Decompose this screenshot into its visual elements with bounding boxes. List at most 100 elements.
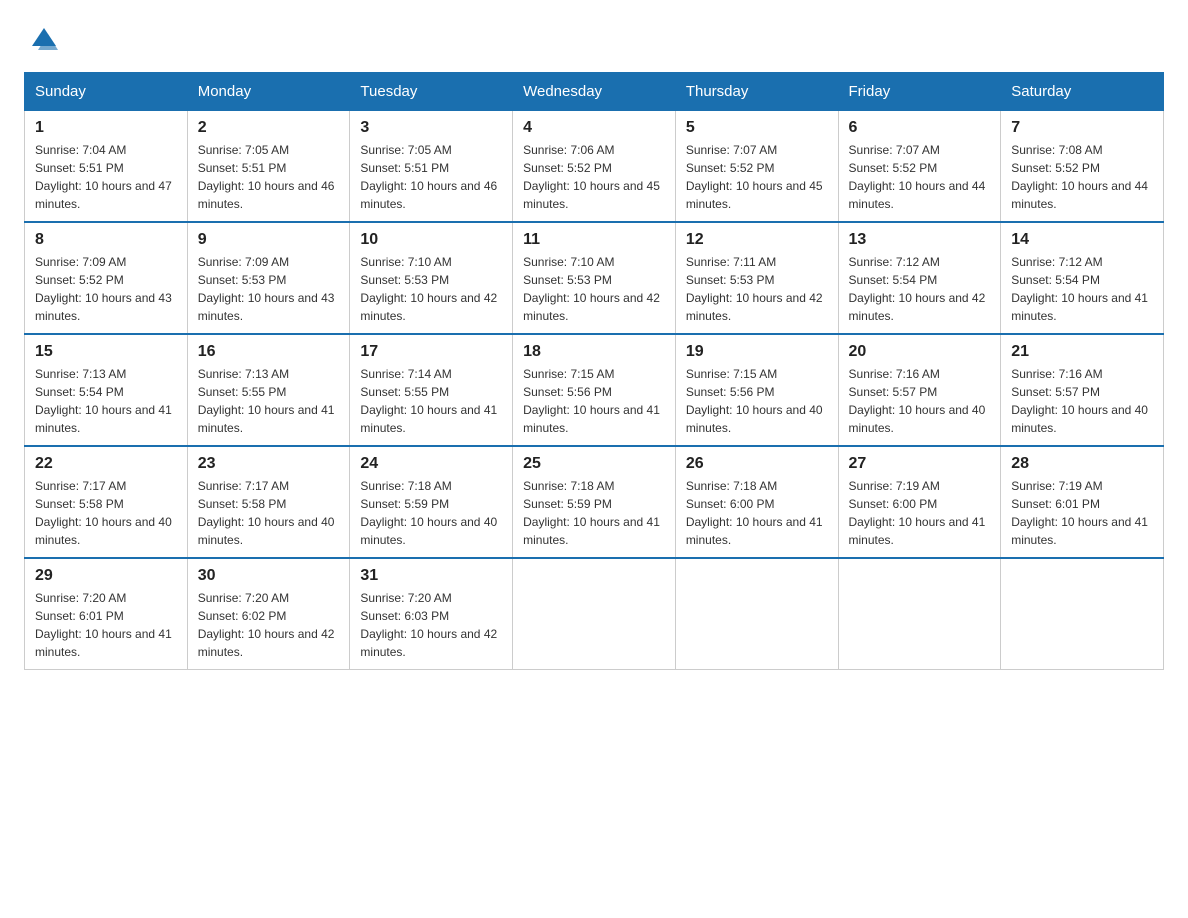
day-number: 22 bbox=[35, 455, 177, 473]
calendar-header-row: SundayMondayTuesdayWednesdayThursdayFrid… bbox=[25, 73, 1164, 111]
calendar-cell: 9Sunrise: 7:09 AMSunset: 5:53 PMDaylight… bbox=[187, 222, 350, 334]
day-number: 2 bbox=[198, 119, 340, 137]
calendar-week-row: 15 Sunrise: 7:13 AMSunset: 5:54 PMDayligh… bbox=[25, 334, 1164, 446]
day-number: 6 bbox=[849, 119, 991, 137]
day-number: 10 bbox=[360, 231, 502, 249]
calendar-cell bbox=[513, 558, 676, 670]
day-number: 8 bbox=[35, 231, 177, 249]
calendar-table: SundayMondayTuesdayWednesdayThursdayFrid… bbox=[24, 72, 1164, 670]
calendar-cell: 20Sunrise: 7:16 AMSunset: 5:57 PMDayligh… bbox=[838, 334, 1001, 446]
calendar-cell: 15 Sunrise: 7:13 AMSunset: 5:54 PMDayligh… bbox=[25, 334, 188, 446]
calendar-cell: 24 Sunrise: 7:18 AMSunset: 5:59 PMDayligh… bbox=[350, 446, 513, 558]
day-info: Sunrise: 7:17 AMSunset: 5:58 PMDaylight:… bbox=[35, 477, 177, 549]
col-header-saturday: Saturday bbox=[1001, 73, 1164, 111]
day-number: 31 bbox=[360, 567, 502, 585]
calendar-cell: 19Sunrise: 7:15 AMSunset: 5:56 PMDayligh… bbox=[675, 334, 838, 446]
day-info: Sunrise: 7:14 AMSunset: 5:55 PMDaylight:… bbox=[360, 365, 502, 437]
day-info: Sunrise: 7:20 AMSunset: 6:01 PMDaylight:… bbox=[35, 589, 177, 661]
day-info: Sunrise: 7:18 AMSunset: 5:59 PMDaylight:… bbox=[523, 477, 665, 549]
day-info: Sunrise: 7:10 AMSunset: 5:53 PMDaylight:… bbox=[523, 253, 665, 325]
calendar-cell: 27 Sunrise: 7:19 AMSunset: 6:00 PMDayligh… bbox=[838, 446, 1001, 558]
day-info: Sunrise: 7:09 AMSunset: 5:53 PMDaylight:… bbox=[198, 253, 340, 325]
day-info: Sunrise: 7:18 AMSunset: 6:00 PMDaylight:… bbox=[686, 477, 828, 549]
day-info: Sunrise: 7:12 AMSunset: 5:54 PMDaylight:… bbox=[1011, 253, 1153, 325]
day-number: 30 bbox=[198, 567, 340, 585]
calendar-cell bbox=[1001, 558, 1164, 670]
day-number: 13 bbox=[849, 231, 991, 249]
calendar-cell: 1 Sunrise: 7:04 AMSunset: 5:51 PMDaylight… bbox=[25, 111, 188, 223]
calendar-cell: 11 Sunrise: 7:10 AMSunset: 5:53 PMDayligh… bbox=[513, 222, 676, 334]
day-info: Sunrise: 7:07 AMSunset: 5:52 PMDaylight:… bbox=[849, 141, 991, 213]
day-info: Sunrise: 7:12 AMSunset: 5:54 PMDaylight:… bbox=[849, 253, 991, 325]
calendar-cell: 18 Sunrise: 7:15 AMSunset: 5:56 PMDayligh… bbox=[513, 334, 676, 446]
calendar-cell: 12 Sunrise: 7:11 AMSunset: 5:53 PMDayligh… bbox=[675, 222, 838, 334]
day-number: 24 bbox=[360, 455, 502, 473]
day-info: Sunrise: 7:04 AMSunset: 5:51 PMDaylight:… bbox=[35, 141, 177, 213]
logo-icon bbox=[30, 24, 58, 52]
calendar-week-row: 1 Sunrise: 7:04 AMSunset: 5:51 PMDaylight… bbox=[25, 111, 1164, 223]
calendar-cell: 17 Sunrise: 7:14 AMSunset: 5:55 PMDayligh… bbox=[350, 334, 513, 446]
day-number: 19 bbox=[686, 343, 828, 361]
day-number: 7 bbox=[1011, 119, 1153, 137]
calendar-cell: 22 Sunrise: 7:17 AMSunset: 5:58 PMDayligh… bbox=[25, 446, 188, 558]
day-info: Sunrise: 7:11 AMSunset: 5:53 PMDaylight:… bbox=[686, 253, 828, 325]
day-number: 12 bbox=[686, 231, 828, 249]
day-info: Sunrise: 7:16 AMSunset: 5:57 PMDaylight:… bbox=[1011, 365, 1153, 437]
page-header bbox=[24, 24, 1164, 52]
col-header-wednesday: Wednesday bbox=[513, 73, 676, 111]
day-info: Sunrise: 7:09 AMSunset: 5:52 PMDaylight:… bbox=[35, 253, 177, 325]
day-info: Sunrise: 7:10 AMSunset: 5:53 PMDaylight:… bbox=[360, 253, 502, 325]
calendar-cell: 28 Sunrise: 7:19 AMSunset: 6:01 PMDayligh… bbox=[1001, 446, 1164, 558]
day-info: Sunrise: 7:05 AMSunset: 5:51 PMDaylight:… bbox=[360, 141, 502, 213]
day-number: 21 bbox=[1011, 343, 1153, 361]
calendar-cell: 13 Sunrise: 7:12 AMSunset: 5:54 PMDayligh… bbox=[838, 222, 1001, 334]
day-info: Sunrise: 7:20 AMSunset: 6:02 PMDaylight:… bbox=[198, 589, 340, 661]
day-info: Sunrise: 7:18 AMSunset: 5:59 PMDaylight:… bbox=[360, 477, 502, 549]
day-number: 18 bbox=[523, 343, 665, 361]
day-number: 27 bbox=[849, 455, 991, 473]
day-number: 11 bbox=[523, 231, 665, 249]
day-number: 28 bbox=[1011, 455, 1153, 473]
calendar-cell: 5 Sunrise: 7:07 AMSunset: 5:52 PMDaylight… bbox=[675, 111, 838, 223]
col-header-thursday: Thursday bbox=[675, 73, 838, 111]
calendar-cell: 31 Sunrise: 7:20 AMSunset: 6:03 PMDayligh… bbox=[350, 558, 513, 670]
col-header-sunday: Sunday bbox=[25, 73, 188, 111]
calendar-cell: 25 Sunrise: 7:18 AMSunset: 5:59 PMDayligh… bbox=[513, 446, 676, 558]
day-number: 15 bbox=[35, 343, 177, 361]
col-header-friday: Friday bbox=[838, 73, 1001, 111]
calendar-cell: 10 Sunrise: 7:10 AMSunset: 5:53 PMDayligh… bbox=[350, 222, 513, 334]
day-info: Sunrise: 7:19 AMSunset: 6:00 PMDaylight:… bbox=[849, 477, 991, 549]
calendar-cell: 3 Sunrise: 7:05 AMSunset: 5:51 PMDaylight… bbox=[350, 111, 513, 223]
day-number: 17 bbox=[360, 343, 502, 361]
day-number: 23 bbox=[198, 455, 340, 473]
calendar-cell bbox=[675, 558, 838, 670]
calendar-cell: 23 Sunrise: 7:17 AMSunset: 5:58 PMDayligh… bbox=[187, 446, 350, 558]
day-number: 14 bbox=[1011, 231, 1153, 249]
day-number: 5 bbox=[686, 119, 828, 137]
day-number: 25 bbox=[523, 455, 665, 473]
calendar-week-row: 29 Sunrise: 7:20 AMSunset: 6:01 PMDayligh… bbox=[25, 558, 1164, 670]
day-info: Sunrise: 7:19 AMSunset: 6:01 PMDaylight:… bbox=[1011, 477, 1153, 549]
day-info: Sunrise: 7:08 AMSunset: 5:52 PMDaylight:… bbox=[1011, 141, 1153, 213]
day-number: 20 bbox=[849, 343, 991, 361]
day-info: Sunrise: 7:15 AMSunset: 5:56 PMDaylight:… bbox=[523, 365, 665, 437]
day-info: Sunrise: 7:20 AMSunset: 6:03 PMDaylight:… bbox=[360, 589, 502, 661]
calendar-cell: 30 Sunrise: 7:20 AMSunset: 6:02 PMDayligh… bbox=[187, 558, 350, 670]
day-info: Sunrise: 7:13 AMSunset: 5:54 PMDaylight:… bbox=[35, 365, 177, 437]
day-number: 4 bbox=[523, 119, 665, 137]
calendar-cell: 4Sunrise: 7:06 AMSunset: 5:52 PMDaylight… bbox=[513, 111, 676, 223]
day-number: 3 bbox=[360, 119, 502, 137]
day-number: 29 bbox=[35, 567, 177, 585]
calendar-cell: 7 Sunrise: 7:08 AMSunset: 5:52 PMDaylight… bbox=[1001, 111, 1164, 223]
calendar-cell: 14 Sunrise: 7:12 AMSunset: 5:54 PMDayligh… bbox=[1001, 222, 1164, 334]
day-number: 1 bbox=[35, 119, 177, 137]
calendar-cell: 6 Sunrise: 7:07 AMSunset: 5:52 PMDaylight… bbox=[838, 111, 1001, 223]
day-info: Sunrise: 7:17 AMSunset: 5:58 PMDaylight:… bbox=[198, 477, 340, 549]
col-header-monday: Monday bbox=[187, 73, 350, 111]
day-number: 26 bbox=[686, 455, 828, 473]
calendar-cell: 8 Sunrise: 7:09 AMSunset: 5:52 PMDaylight… bbox=[25, 222, 188, 334]
day-info: Sunrise: 7:07 AMSunset: 5:52 PMDaylight:… bbox=[686, 141, 828, 213]
day-number: 16 bbox=[198, 343, 340, 361]
calendar-cell: 29 Sunrise: 7:20 AMSunset: 6:01 PMDayligh… bbox=[25, 558, 188, 670]
calendar-cell: 2Sunrise: 7:05 AMSunset: 5:51 PMDaylight… bbox=[187, 111, 350, 223]
